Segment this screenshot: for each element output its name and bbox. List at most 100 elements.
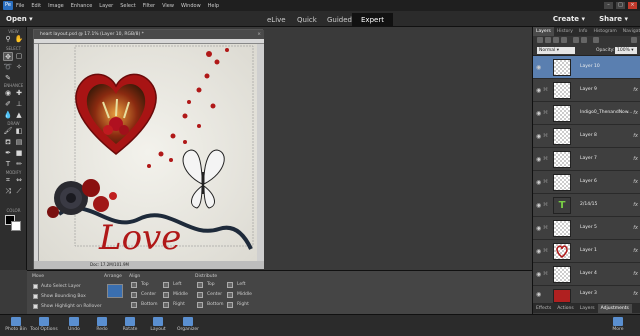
rotate-button[interactable]: Rotate [116, 317, 144, 332]
zoom-tool-icon[interactable]: ⚲ [3, 35, 13, 44]
smart-brush-tool-icon[interactable]: ✐ [3, 100, 13, 109]
adjustment-layer-icon[interactable] [553, 37, 559, 43]
menu-enhance[interactable]: Enhance [71, 3, 93, 9]
fx-icon[interactable]: fx [633, 225, 638, 231]
link-icon[interactable]: ⌘ [543, 202, 548, 208]
fx-icon[interactable]: fx [633, 248, 638, 254]
menu-image[interactable]: Image [48, 3, 64, 9]
menu-filter[interactable]: Filter [143, 3, 155, 9]
lock-all-icon[interactable] [581, 37, 587, 43]
straighten-tool-icon[interactable]: ⟋ [14, 187, 24, 196]
menu-view[interactable]: View [162, 3, 174, 9]
more-button[interactable]: More [604, 317, 632, 332]
tab-adjustments[interactable]: Adjustments [597, 304, 632, 313]
photo-bin-button[interactable]: Photo Bin [2, 317, 30, 332]
align-top-icon[interactable] [131, 282, 137, 288]
create-button[interactable]: Create ▾ [553, 15, 585, 23]
blend-mode-select[interactable]: Normal ▾ [537, 47, 575, 54]
align-bottom-icon[interactable] [131, 302, 137, 308]
visibility-eye-icon[interactable]: ◉ [536, 110, 541, 117]
visibility-eye-icon[interactable]: ◉ [536, 248, 541, 255]
tab-effects[interactable]: Effects [533, 304, 554, 313]
open-button[interactable]: Open ▾ [6, 15, 33, 23]
fx-icon[interactable]: fx [633, 156, 638, 162]
magic-wand-tool-icon[interactable]: ✧ [14, 63, 24, 72]
hand-tool-icon[interactable]: ✋ [14, 35, 24, 44]
visibility-eye-icon[interactable]: ◉ [536, 64, 541, 71]
new-layer-icon[interactable] [537, 37, 543, 43]
align-left-icon[interactable] [163, 282, 169, 288]
delete-layer-icon[interactable] [593, 37, 599, 43]
distribute-left-icon[interactable] [227, 282, 233, 288]
fx-icon[interactable]: fx [633, 291, 638, 297]
type-tool-icon[interactable]: T [3, 160, 13, 169]
menu-help[interactable]: Help [208, 3, 219, 9]
share-button[interactable]: Share ▾ [599, 15, 628, 23]
distribute-middle-icon[interactable] [227, 292, 233, 298]
vertical-scrollbar[interactable] [257, 44, 264, 261]
distribute-top-icon[interactable] [197, 282, 203, 288]
opacity-input[interactable]: 100% ▾ [615, 47, 637, 54]
tab-expert[interactable]: Expert [352, 13, 393, 27]
brush-tool-icon[interactable]: 🖌 [3, 127, 13, 136]
minimize-icon[interactable]: – [604, 2, 613, 9]
show-highlight-checkbox[interactable] [33, 304, 38, 309]
visibility-eye-icon[interactable]: ◉ [536, 87, 541, 94]
maximize-icon[interactable]: □ [616, 2, 625, 9]
visibility-eye-icon[interactable]: ◉ [536, 225, 541, 232]
link-icon[interactable]: ⌘ [543, 87, 548, 93]
fx-icon[interactable]: fx [633, 202, 638, 208]
layer-row[interactable]: ◉ ⌘ Layer 9 fx [533, 79, 640, 102]
distribute-right-icon[interactable] [227, 302, 233, 308]
recompose-tool-icon[interactable]: ⇔ [14, 176, 24, 185]
sponge-tool-icon[interactable]: ▲ [14, 111, 24, 120]
tab-navigator[interactable]: Navigator [620, 27, 640, 36]
tab-layers[interactable]: Layers [533, 27, 554, 36]
document-close-icon[interactable]: × [257, 30, 261, 39]
link-icon[interactable]: ⌘ [543, 156, 548, 162]
link-icon[interactable]: ⌘ [543, 248, 548, 254]
fx-icon[interactable]: fx [633, 271, 638, 277]
redo-button[interactable]: Redo [88, 317, 116, 332]
visibility-eye-icon[interactable]: ◉ [536, 202, 541, 209]
fx-icon[interactable]: fx [633, 133, 638, 139]
show-bounding-box-checkbox[interactable] [33, 294, 38, 299]
lock-icon[interactable] [573, 37, 579, 43]
tab-histogram[interactable]: Histogram [590, 27, 619, 36]
tab-layers-bottom[interactable]: Layers [577, 304, 598, 313]
blur-tool-icon[interactable]: 💧 [3, 111, 13, 120]
link-icon[interactable]: ⌘ [543, 110, 548, 116]
content-aware-move-tool-icon[interactable]: ⤨ [3, 187, 13, 196]
fx-icon[interactable]: fx [633, 110, 638, 116]
panel-menu-icon[interactable] [631, 37, 637, 43]
layer-row[interactable]: ◉ Layer 10 [533, 56, 640, 79]
marquee-tool-icon[interactable]: ▢ [14, 52, 24, 61]
auto-select-layer-checkbox[interactable] [33, 284, 38, 289]
tool-options-button[interactable]: Tool Options [30, 317, 58, 332]
undo-button[interactable]: Undo [60, 317, 88, 332]
spot-healing-tool-icon[interactable]: ✚ [14, 89, 24, 98]
layer-row[interactable]: ◉ ⌘ Indigo0_ThenandNow... fx [533, 102, 640, 125]
new-group-icon[interactable] [545, 37, 551, 43]
visibility-eye-icon[interactable]: ◉ [536, 291, 541, 298]
close-icon[interactable]: × [628, 2, 637, 9]
link-icon[interactable]: ⌘ [543, 133, 548, 139]
link-icon[interactable]: ⌘ [543, 271, 548, 277]
layer-row[interactable]: ◉ ⌘ Layer 8 fx [533, 125, 640, 148]
pencil-tool-icon[interactable]: ✏ [14, 160, 24, 169]
layer-row[interactable]: ◉ ⌘ T 2/14/15 fx [533, 194, 640, 217]
layout-button[interactable]: Layout [144, 317, 172, 332]
quick-selection-tool-icon[interactable]: ✎ [3, 74, 13, 83]
layer-row[interactable]: ◉ Layer 3 fx [533, 286, 640, 304]
organizer-button[interactable]: Organizer [174, 317, 202, 332]
move-tool-icon[interactable]: ✥ [3, 52, 13, 61]
document-canvas[interactable]: Love [39, 44, 257, 261]
eraser-tool-icon[interactable]: ◧ [14, 127, 24, 136]
shape-tool-icon[interactable]: ■ [14, 149, 24, 158]
background-color-swatch[interactable] [11, 221, 21, 231]
menu-file[interactable]: File [16, 3, 24, 9]
menu-select[interactable]: Select [120, 3, 135, 9]
menu-edit[interactable]: Edit [31, 3, 41, 9]
clone-stamp-tool-icon[interactable]: ⊥ [14, 100, 24, 109]
arrange-dropdown[interactable] [107, 284, 123, 298]
